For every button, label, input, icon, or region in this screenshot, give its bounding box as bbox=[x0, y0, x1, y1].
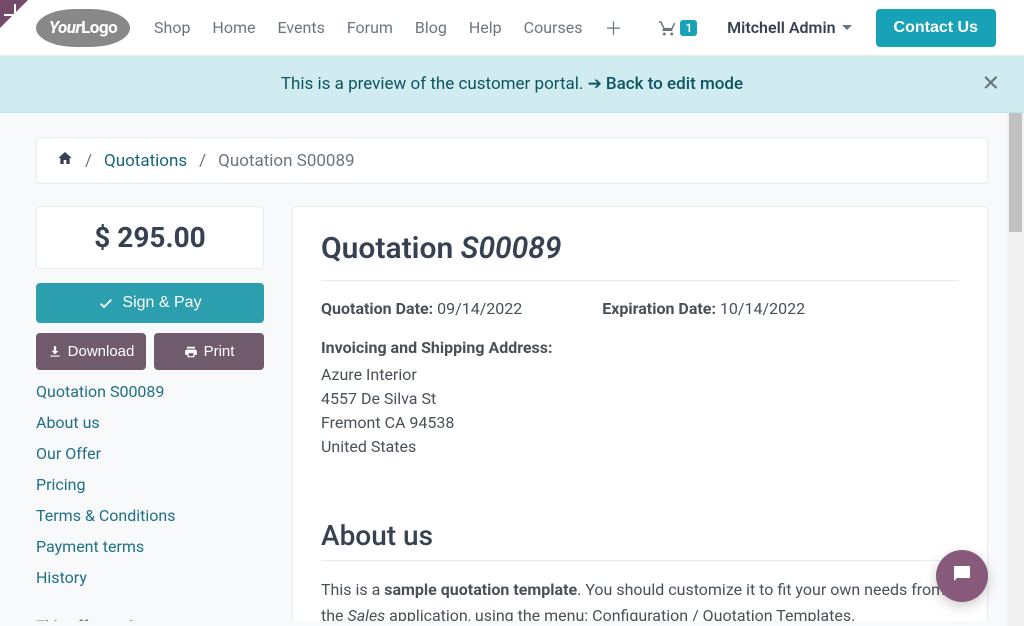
breadcrumb-sep: / bbox=[199, 151, 206, 171]
toc-quotation[interactable]: Quotation S00089 bbox=[36, 376, 264, 407]
nav-links: Shop Home Events Forum Blog Help Courses… bbox=[154, 15, 622, 41]
edit-corner-tab[interactable] bbox=[0, 0, 28, 28]
quotation-document: Quotation S00089 Quotation Date: 09/14/2… bbox=[292, 206, 988, 621]
about-us-heading: About us bbox=[321, 519, 959, 552]
close-icon[interactable]: ✕ bbox=[982, 72, 1000, 97]
price-card: $ 295.00 bbox=[36, 206, 264, 269]
chat-icon bbox=[950, 562, 974, 590]
breadcrumb-home[interactable] bbox=[57, 150, 73, 171]
nav-home[interactable]: Home bbox=[212, 18, 255, 37]
toc-terms[interactable]: Terms & Conditions bbox=[36, 500, 264, 531]
address-heading: Invoicing and Shipping Address: bbox=[321, 338, 959, 357]
nav-shop[interactable]: Shop bbox=[154, 18, 190, 37]
about-paragraph-1: This is a sample quotation template. You… bbox=[321, 577, 959, 621]
home-icon bbox=[57, 151, 73, 171]
arrow-right-icon: ➔ bbox=[588, 74, 602, 94]
nav-help[interactable]: Help bbox=[469, 18, 502, 37]
toc-payment[interactable]: Payment terms bbox=[36, 531, 264, 562]
user-menu[interactable]: Mitchell Admin bbox=[727, 18, 851, 37]
breadcrumb-sep: / bbox=[85, 151, 92, 171]
site-logo[interactable]: YourLogo bbox=[36, 9, 130, 47]
breadcrumb: / Quotations / Quotation S00089 bbox=[36, 137, 988, 184]
toc-pricing[interactable]: Pricing bbox=[36, 469, 264, 500]
download-icon bbox=[48, 345, 62, 359]
toc-history[interactable]: History bbox=[36, 562, 264, 593]
caret-down-icon bbox=[842, 25, 852, 30]
nav-events[interactable]: Events bbox=[277, 18, 324, 37]
toc: Quotation S00089 About us Our Offer Pric… bbox=[36, 370, 264, 599]
add-menu-icon[interactable]: ＋ bbox=[604, 15, 622, 41]
expire-label: This offer expires on bbox=[36, 617, 264, 621]
nav-blog[interactable]: Blog bbox=[415, 18, 447, 37]
expiration-date: Expiration Date: 10/14/2022 bbox=[602, 299, 805, 318]
doc-title: Quotation S00089 bbox=[321, 231, 959, 266]
preview-text: This is a preview of the customer portal… bbox=[281, 74, 588, 94]
print-icon bbox=[184, 345, 198, 359]
breadcrumb-current: Quotation S00089 bbox=[218, 151, 354, 171]
sign-and-pay-button[interactable]: Sign & Pay bbox=[36, 283, 264, 323]
back-to-edit-link[interactable]: ➔Back to edit mode bbox=[588, 74, 744, 94]
user-name: Mitchell Admin bbox=[727, 18, 835, 37]
chat-fab[interactable] bbox=[936, 550, 988, 602]
contact-us-button[interactable]: Contact Us bbox=[876, 9, 996, 47]
print-button[interactable]: Print bbox=[154, 333, 264, 370]
top-navbar: YourLogo Shop Home Events Forum Blog Hel… bbox=[0, 0, 1024, 56]
cart-count-badge: 1 bbox=[680, 20, 697, 36]
toc-offer[interactable]: Our Offer bbox=[36, 438, 264, 469]
cart-icon bbox=[658, 19, 678, 37]
download-button[interactable]: Download bbox=[36, 333, 146, 370]
nav-forum[interactable]: Forum bbox=[347, 18, 393, 37]
cart-button[interactable]: 1 bbox=[658, 19, 697, 37]
breadcrumb-quotations[interactable]: Quotations bbox=[104, 151, 187, 171]
nav-courses[interactable]: Courses bbox=[524, 18, 583, 37]
toc-about[interactable]: About us bbox=[36, 407, 264, 438]
check-icon bbox=[98, 295, 114, 311]
quotation-date: Quotation Date: 09/14/2022 bbox=[321, 299, 522, 318]
total-price: $ 295.00 bbox=[55, 221, 245, 254]
address-block: Azure Interior 4557 De Silva St Fremont … bbox=[321, 363, 959, 459]
preview-banner: This is a preview of the customer portal… bbox=[0, 56, 1024, 113]
